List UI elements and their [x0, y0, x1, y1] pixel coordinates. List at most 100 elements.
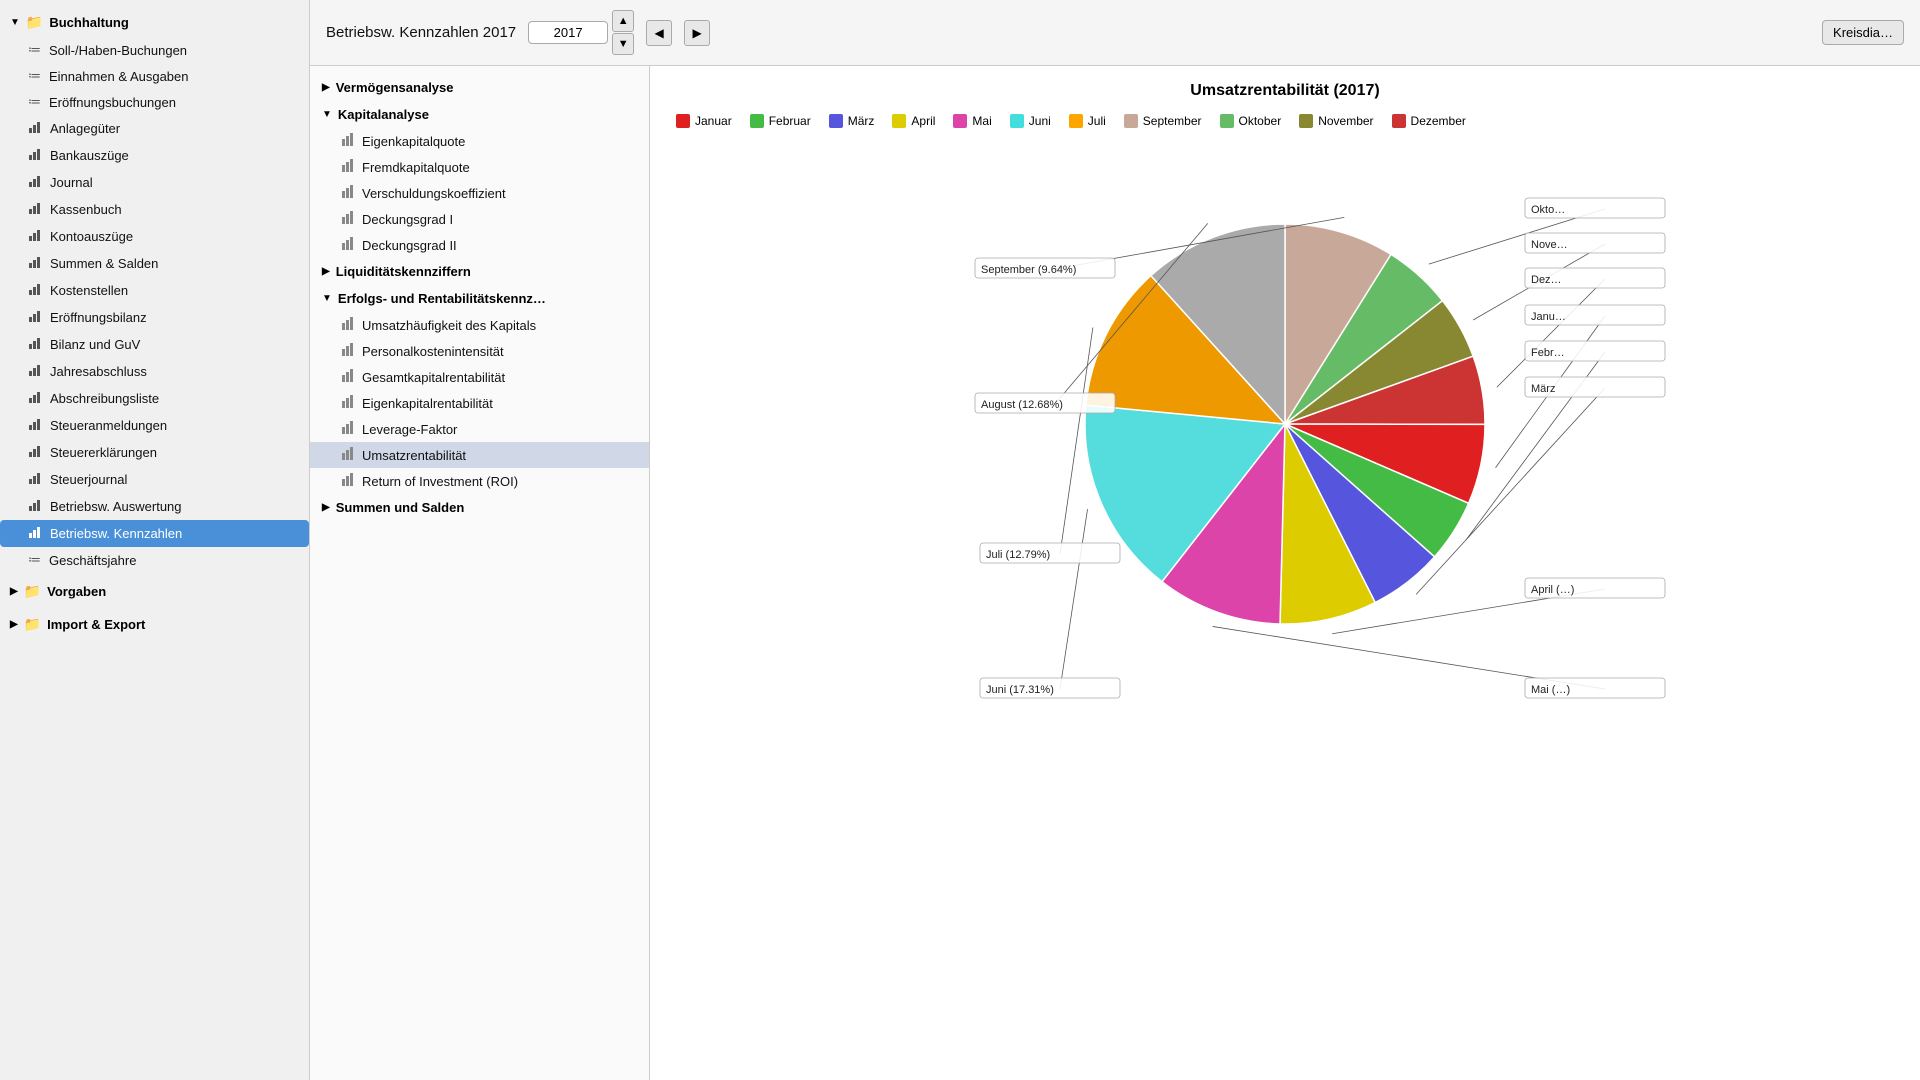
sidebar-item-icon-anlagegueter [28, 120, 42, 137]
triangle-icon: ▼ [322, 109, 332, 120]
folder-icon: 📁 [26, 14, 43, 31]
legend-label-februar: Februar [769, 114, 811, 128]
year-input[interactable] [528, 21, 608, 44]
pie-label-text-august: August (12.68%) [981, 399, 1063, 411]
sidebar-item-eroeffnung[interactable]: ≔ Eröffnungsbuchungen [0, 89, 309, 115]
triangle-icon: ▼ [10, 17, 20, 28]
kreisdia-button[interactable]: Kreisdia… [1822, 20, 1904, 45]
tree-item-leverage-faktor[interactable]: Leverage-Faktor [310, 416, 649, 442]
legend-item-mai: Mai [953, 114, 991, 128]
sidebar-item-anlagegueter[interactable]: Anlagegüter [0, 115, 309, 142]
next-button[interactable]: ▶ [684, 20, 710, 46]
sidebar-item-label-betriebsw-auswertung: Betriebsw. Auswertung [50, 499, 182, 514]
legend-color-januar [676, 114, 690, 128]
sidebar-item-soll-haben[interactable]: ≔Soll-/Haben-Buchungen [0, 37, 309, 63]
sidebar: ▼ 📁 Buchhaltung ≔Soll-/Haben-Buchungen≔E… [0, 0, 310, 1080]
sidebar-item-kostenstellen[interactable]: Kostenstellen [0, 277, 309, 304]
header-bar: Betriebsw. Kennzahlen 2017 ▲ ▼ ◀ ▶ Kreis… [310, 0, 1920, 66]
sidebar-item-betriebsw-kennzahlen[interactable]: Betriebsw. Kennzahlen [0, 520, 309, 547]
tree-panel: ▶Vermögensanalyse▼KapitalanalyseEigenkap… [310, 66, 650, 1080]
legend-label-juni: Juni [1029, 114, 1051, 128]
tree-section-kapital[interactable]: ▼Kapitalanalyse [310, 101, 649, 128]
pie-label-text-oktober: Okto… [1531, 204, 1565, 216]
sidebar-item-icon-geschaeftsjahre: ≔ [28, 552, 41, 568]
folder-icon-vorgaben: 📁 [24, 583, 41, 600]
sidebar-item-icon-steuerjournal [28, 471, 42, 488]
tree-item-fremdkapitalquote[interactable]: Fremdkapitalquote [310, 154, 649, 180]
tree-item-umsatzhaeufigkeit[interactable]: Umsatzhäufigkeit des Kapitals [310, 312, 649, 338]
tree-item-label-verschuldungskoeffizient: Verschuldungskoeffizient [362, 186, 506, 201]
sidebar-item-steuererklaerungen[interactable]: Steuererklärungen [0, 439, 309, 466]
year-down-button[interactable]: ▼ [612, 33, 634, 55]
sidebar-item-summen-salden[interactable]: Summen & Salden [0, 250, 309, 277]
tree-item-label-eigenkapitalrentabilitaet: Eigenkapitalrentabilität [362, 396, 493, 411]
tree-item-deckungsgrad-i[interactable]: Deckungsgrad I [310, 206, 649, 232]
tree-section-liquiditaet[interactable]: ▶Liquiditätskennziffern [310, 258, 649, 285]
sidebar-item-steueranmeldungen[interactable]: Steueranmeldungen [0, 412, 309, 439]
chart-legend: JanuarFebruarMärzAprilMaiJuniJuliSeptemb… [666, 114, 1904, 128]
sidebar-item-journal[interactable]: Journal [0, 169, 309, 196]
sidebar-item-bankauszuege[interactable]: Bankauszüge [0, 142, 309, 169]
sidebar-group-vorgaben[interactable]: ▶ 📁 Vorgaben [0, 577, 309, 606]
tree-item-eigenkapitalrentabilitaet[interactable]: Eigenkapitalrentabilität [310, 390, 649, 416]
sidebar-item-steuerjournal[interactable]: Steuerjournal [0, 466, 309, 493]
triangle-icon: ▶ [322, 502, 330, 513]
tree-item-gesamtkapitalrentabilitaet[interactable]: Gesamtkapitalrentabilität [310, 364, 649, 390]
tree-item-label-personalkostenintensitaet: Personalkostenintensität [362, 344, 504, 359]
sidebar-item-einnahmen[interactable]: ≔Einnahmen & Ausgaben [0, 63, 309, 89]
sidebar-item-label-anlagegueter: Anlagegüter [50, 121, 120, 136]
tree-item-label-gesamtkapitalrentabilitaet: Gesamtkapitalrentabilität [362, 370, 505, 385]
sidebar-item-icon-bilanz-guv [28, 336, 42, 353]
legend-color-september [1124, 114, 1138, 128]
sidebar-item-eroeffnungsbilanz[interactable]: Eröffnungsbilanz [0, 304, 309, 331]
sidebar-item-bilanz-guv[interactable]: Bilanz und GuV [0, 331, 309, 358]
tree-item-deckungsgrad-ii[interactable]: Deckungsgrad II [310, 232, 649, 258]
tree-item-label-leverage-faktor: Leverage-Faktor [362, 422, 457, 437]
legend-item-november: November [1299, 114, 1373, 128]
year-up-button[interactable]: ▲ [612, 10, 634, 32]
legend-color-juni [1010, 114, 1024, 128]
sidebar-item-jahresabschluss[interactable]: Jahresabschluss [0, 358, 309, 385]
tree-item-label-deckungsgrad-i: Deckungsgrad I [362, 212, 453, 227]
sidebar-item-icon-eroeffnung: ≔ [28, 94, 41, 110]
legend-label-maerz: März [848, 114, 875, 128]
tree-item-personalkostenintensitaet[interactable]: Personalkostenintensität [310, 338, 649, 364]
bar-chart-icon [342, 343, 355, 359]
tree-item-verschuldungskoeffizient[interactable]: Verschuldungskoeffizient [310, 180, 649, 206]
tree-item-umsatzrentabilitaet[interactable]: Umsatzrentabilität [310, 442, 649, 468]
sidebar-group-import[interactable]: ▶ 📁 Import & Export [0, 610, 309, 639]
sidebar-item-betriebsw-auswertung[interactable]: Betriebsw. Auswertung [0, 493, 309, 520]
legend-color-juli [1069, 114, 1083, 128]
sidebar-item-icon-summen-salden [28, 255, 42, 272]
legend-color-april [892, 114, 906, 128]
chart-title: Umsatzrentabilität (2017) [666, 82, 1904, 100]
legend-item-april: April [892, 114, 935, 128]
tree-section-erfolgs[interactable]: ▼Erfolgs- und Rentabilitätskennz… [310, 285, 649, 312]
legend-label-september: September [1143, 114, 1202, 128]
sidebar-item-icon-betriebsw-kennzahlen [28, 525, 42, 542]
sidebar-item-label-abschreibungsliste: Abschreibungsliste [50, 391, 159, 406]
tree-section-vermoegens[interactable]: ▶Vermögensanalyse [310, 74, 649, 101]
legend-color-november [1299, 114, 1313, 128]
sidebar-item-label-steuererklaerungen: Steuererklärungen [50, 445, 157, 460]
sidebar-item-geschaeftsjahre[interactable]: ≔Geschäftsjahre [0, 547, 309, 573]
sidebar-item-kontoauszuege[interactable]: Kontoauszüge [0, 223, 309, 250]
legend-color-dezember [1392, 114, 1406, 128]
sidebar-item-icon-abschreibungsliste [28, 390, 42, 407]
bar-chart-icon [342, 211, 355, 227]
sidebar-item-icon-steuererklaerungen [28, 444, 42, 461]
sidebar-group-buchhaltung[interactable]: ▼ 📁 Buchhaltung [0, 8, 309, 37]
triangle-icon-vorgaben: ▶ [10, 586, 18, 597]
sidebar-item-kassenbuch[interactable]: Kassenbuch [0, 196, 309, 223]
tree-section-summen-salden[interactable]: ▶Summen und Salden [310, 494, 649, 521]
prev-button[interactable]: ◀ [646, 20, 672, 46]
legend-item-dezember: Dezember [1392, 114, 1466, 128]
sidebar-item-abschreibungsliste[interactable]: Abschreibungsliste [0, 385, 309, 412]
triangle-icon-import: ▶ [10, 619, 18, 630]
tree-item-roi[interactable]: Return of Investment (ROI) [310, 468, 649, 494]
page-title: Betriebsw. Kennzahlen 2017 [326, 24, 516, 41]
legend-label-mai: Mai [972, 114, 991, 128]
tree-item-eigenkapitalquote[interactable]: Eigenkapitalquote [310, 128, 649, 154]
legend-item-januar: Januar [676, 114, 732, 128]
sidebar-item-label-eroeffnung: Eröffnungsbuchungen [49, 95, 176, 110]
